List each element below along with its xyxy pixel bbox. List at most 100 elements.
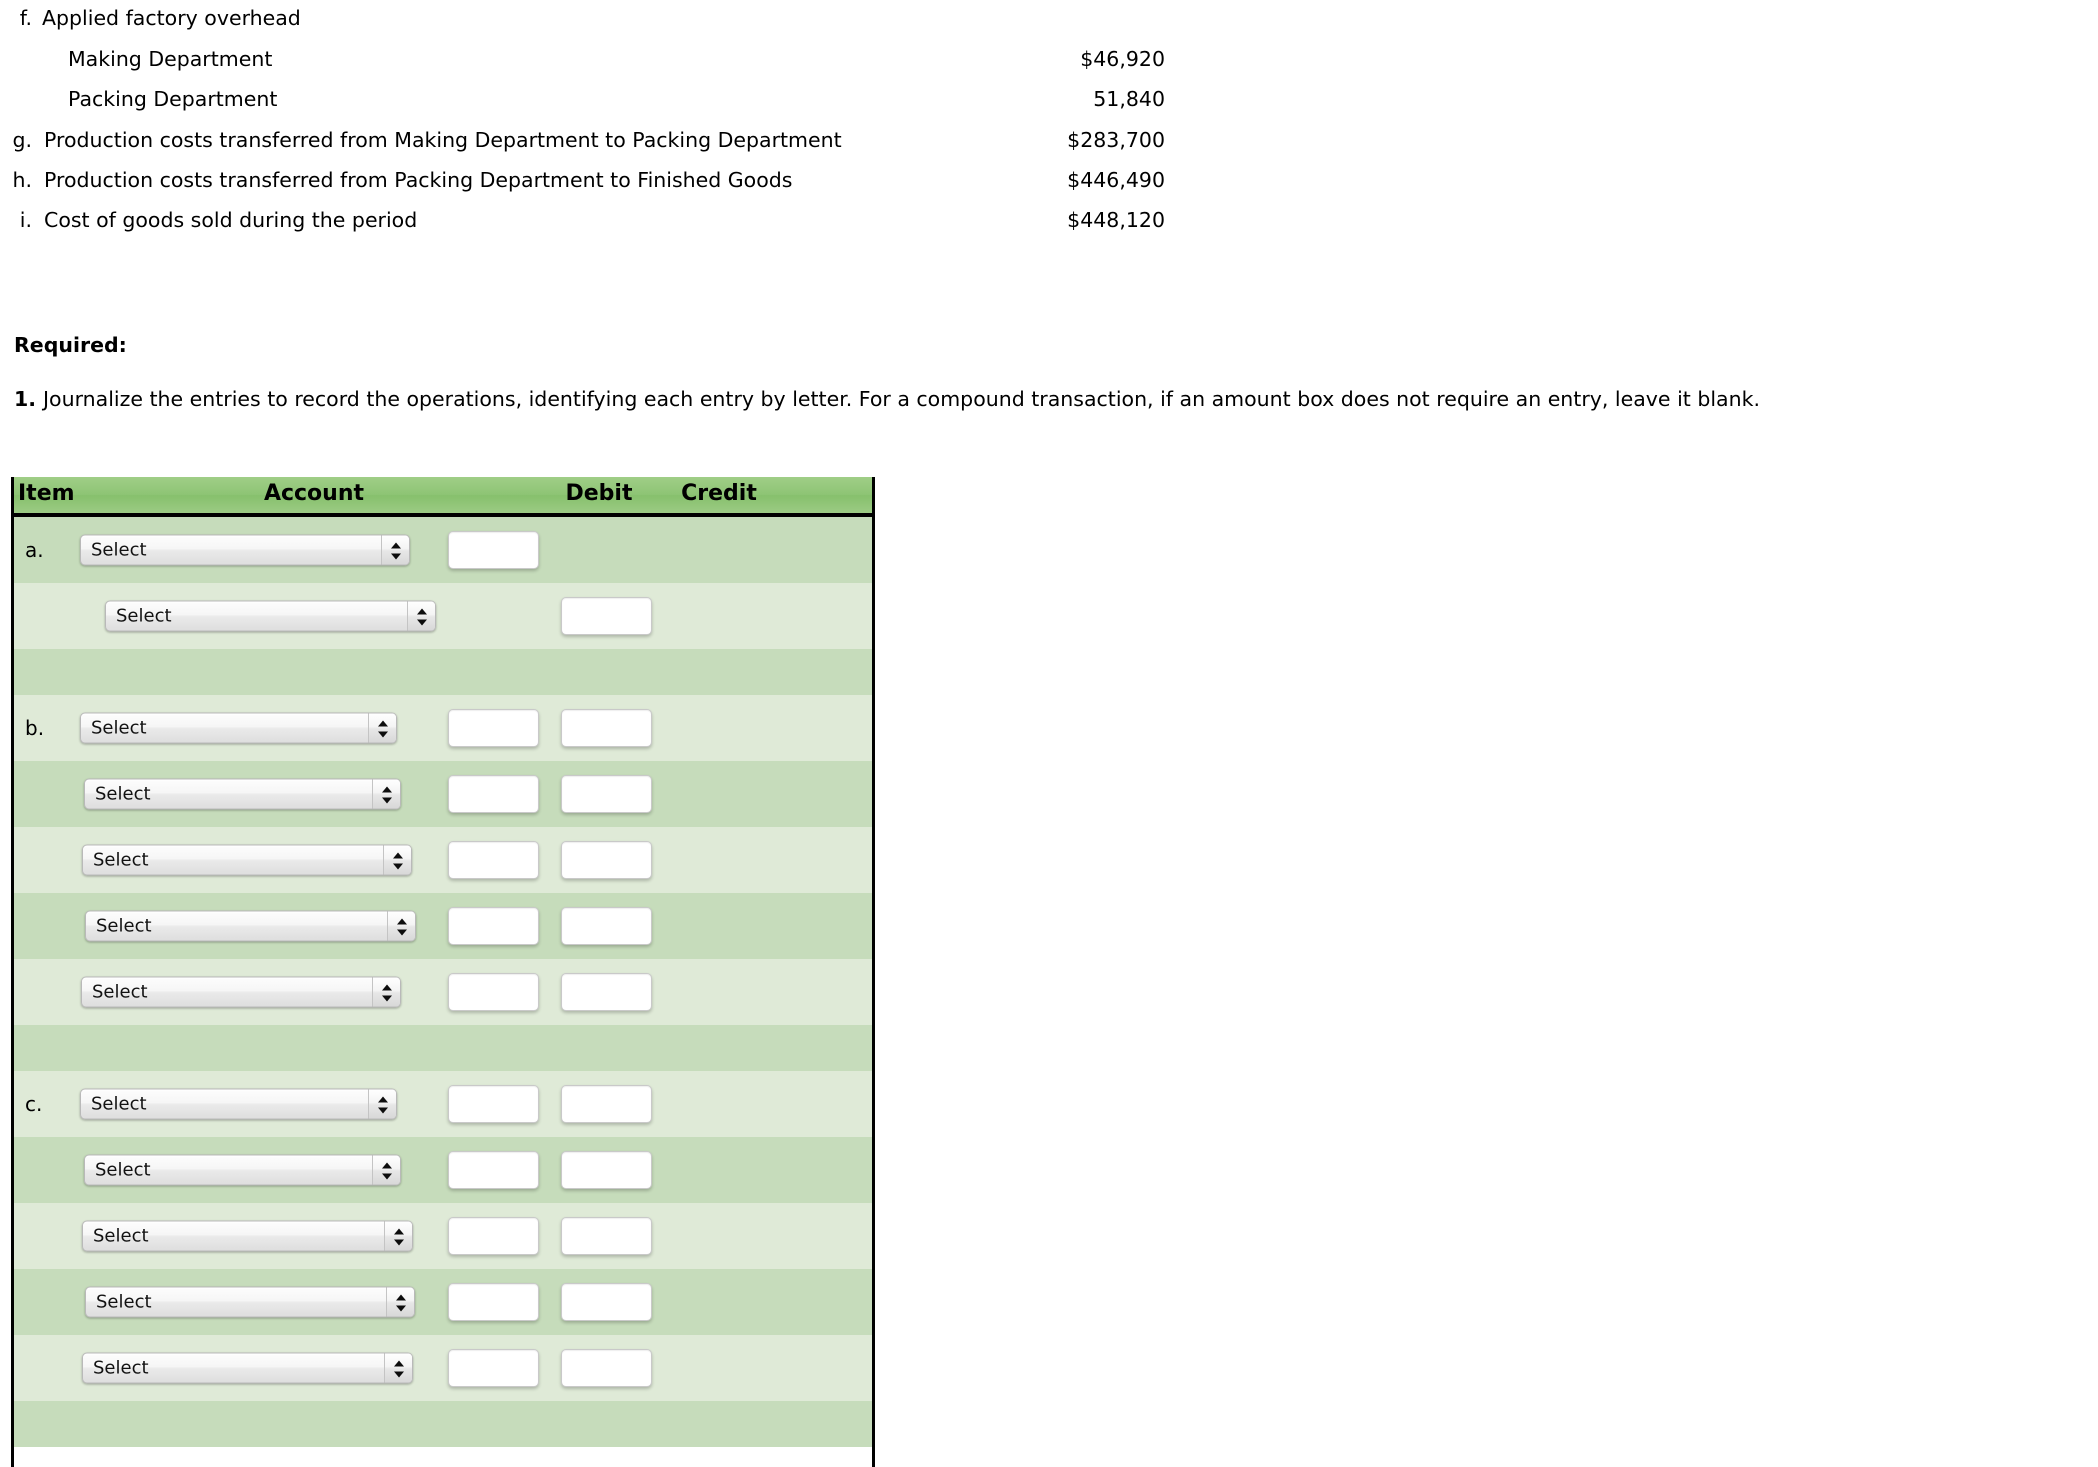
- debit-amount-input[interactable]: [448, 531, 539, 569]
- account-select[interactable]: Select: [84, 1154, 401, 1186]
- debit-amount-input[interactable]: [448, 1349, 539, 1387]
- chevron-down-icon: [396, 929, 407, 936]
- chevron-up-icon: [393, 1360, 404, 1367]
- credit-amount-input[interactable]: [561, 597, 652, 635]
- account-select-value: Select: [91, 539, 147, 561]
- chevron-up-icon: [392, 852, 403, 859]
- account-select[interactable]: Select: [82, 1352, 413, 1384]
- problem-item-letter-h: h.: [12, 168, 32, 192]
- problem-item-amount-making: $46,920: [1080, 47, 1165, 71]
- account-select[interactable]: Select: [82, 844, 412, 876]
- account-select[interactable]: Select: [84, 778, 401, 810]
- journal-item-letter: a.: [25, 538, 44, 562]
- chevron-down-icon: [377, 1107, 388, 1114]
- debit-amount-input[interactable]: [448, 973, 539, 1011]
- chevron-down-icon: [392, 863, 403, 870]
- debit-amount-input[interactable]: [448, 709, 539, 747]
- chevron-up-icon: [390, 542, 401, 549]
- column-header-item: Item: [18, 481, 75, 506]
- account-select-value: Select: [95, 783, 151, 805]
- credit-amount-input[interactable]: [561, 907, 652, 945]
- account-select-value: Select: [93, 1357, 149, 1379]
- credit-amount-input[interactable]: [561, 775, 652, 813]
- account-select[interactable]: Select: [85, 910, 416, 942]
- chevron-up-icon: [416, 608, 427, 615]
- select-stepper-arrows-icon[interactable]: [372, 977, 400, 1007]
- credit-amount-input[interactable]: [561, 973, 652, 1011]
- problem-item-text-making: Making Department: [68, 47, 273, 71]
- journal-entry-row: Select: [14, 959, 872, 1025]
- debit-amount-input[interactable]: [448, 1151, 539, 1189]
- select-stepper-arrows-icon[interactable]: [368, 1089, 396, 1119]
- chevron-down-icon: [381, 995, 392, 1002]
- debit-amount-input[interactable]: [448, 907, 539, 945]
- account-select[interactable]: Select: [81, 976, 401, 1008]
- select-stepper-arrows-icon[interactable]: [383, 845, 411, 875]
- account-select-value: Select: [91, 717, 147, 739]
- select-stepper-arrows-icon[interactable]: [384, 1221, 412, 1251]
- select-stepper-arrows-icon[interactable]: [386, 1287, 414, 1317]
- journal-entry-row: Select: [14, 583, 872, 649]
- requirement-text: Journalize the entries to record the ope…: [43, 387, 1760, 411]
- debit-amount-input[interactable]: [448, 1283, 539, 1321]
- chevron-down-icon: [377, 731, 388, 738]
- chevron-down-icon: [393, 1371, 404, 1378]
- credit-amount-input[interactable]: [561, 1085, 652, 1123]
- debit-amount-input[interactable]: [448, 775, 539, 813]
- credit-amount-input[interactable]: [561, 1283, 652, 1321]
- journal-spacer-row: [14, 1025, 872, 1071]
- select-stepper-arrows-icon[interactable]: [407, 601, 435, 631]
- account-select[interactable]: Select: [80, 712, 397, 744]
- select-stepper-arrows-icon[interactable]: [384, 1353, 412, 1383]
- account-select[interactable]: Select: [80, 534, 410, 566]
- problem-item-text-packing: Packing Department: [68, 87, 278, 111]
- chevron-down-icon: [395, 1305, 406, 1312]
- journal-item-letter: c.: [25, 1092, 43, 1116]
- problem-item-text-h: Production costs transferred from Packin…: [44, 168, 793, 192]
- account-select-value: Select: [92, 981, 148, 1003]
- debit-amount-input[interactable]: [448, 1217, 539, 1255]
- credit-amount-input[interactable]: [561, 1349, 652, 1387]
- debit-amount-input[interactable]: [448, 1085, 539, 1123]
- account-select[interactable]: Select: [82, 1220, 413, 1252]
- chevron-up-icon: [381, 1162, 392, 1169]
- select-stepper-arrows-icon[interactable]: [372, 1155, 400, 1185]
- chevron-up-icon: [381, 786, 392, 793]
- chevron-up-icon: [381, 984, 392, 991]
- credit-amount-input[interactable]: [561, 841, 652, 879]
- journal-entry-table: Item Account Debit Credit a. Select Select…: [11, 477, 875, 1467]
- journal-entry-row: Select: [14, 761, 872, 827]
- credit-amount-input[interactable]: [561, 1217, 652, 1255]
- problem-item-letter-g: g.: [12, 128, 32, 152]
- journal-entry-row: Select: [14, 827, 872, 893]
- account-select-value: Select: [116, 605, 172, 627]
- chevron-up-icon: [377, 720, 388, 727]
- chevron-down-icon: [416, 619, 427, 626]
- column-header-account: Account: [263, 481, 365, 506]
- chevron-up-icon: [377, 1096, 388, 1103]
- problem-item-text-g: Production costs transferred from Making…: [44, 128, 842, 152]
- account-select[interactable]: Select: [80, 1088, 397, 1120]
- credit-amount-input[interactable]: [561, 1151, 652, 1189]
- journal-entry-row: Select: [14, 1269, 872, 1335]
- column-header-credit: Credit: [681, 481, 757, 506]
- column-header-debit: Debit: [565, 481, 633, 506]
- chevron-down-icon: [393, 1239, 404, 1246]
- select-stepper-arrows-icon[interactable]: [387, 911, 415, 941]
- journal-entry-row: b. Select: [14, 695, 872, 761]
- journal-table-header-row: Item Account Debit Credit: [14, 477, 872, 517]
- debit-amount-input[interactable]: [448, 841, 539, 879]
- problem-item-letter-i: i.: [19, 208, 32, 232]
- account-select[interactable]: Select: [85, 1286, 415, 1318]
- select-stepper-arrows-icon[interactable]: [368, 713, 396, 743]
- credit-amount-input[interactable]: [561, 709, 652, 747]
- account-select-value: Select: [96, 915, 152, 937]
- problem-item-text-i: Cost of goods sold during the period: [44, 208, 418, 232]
- problem-item-letter-f: f.: [19, 6, 32, 30]
- select-stepper-arrows-icon[interactable]: [372, 779, 400, 809]
- journal-entry-row: c. Select: [14, 1071, 872, 1137]
- select-stepper-arrows-icon[interactable]: [381, 535, 409, 565]
- journal-spacer-row: [14, 1401, 872, 1447]
- journal-entry-row: Select: [14, 1137, 872, 1203]
- account-select[interactable]: Select: [105, 600, 436, 632]
